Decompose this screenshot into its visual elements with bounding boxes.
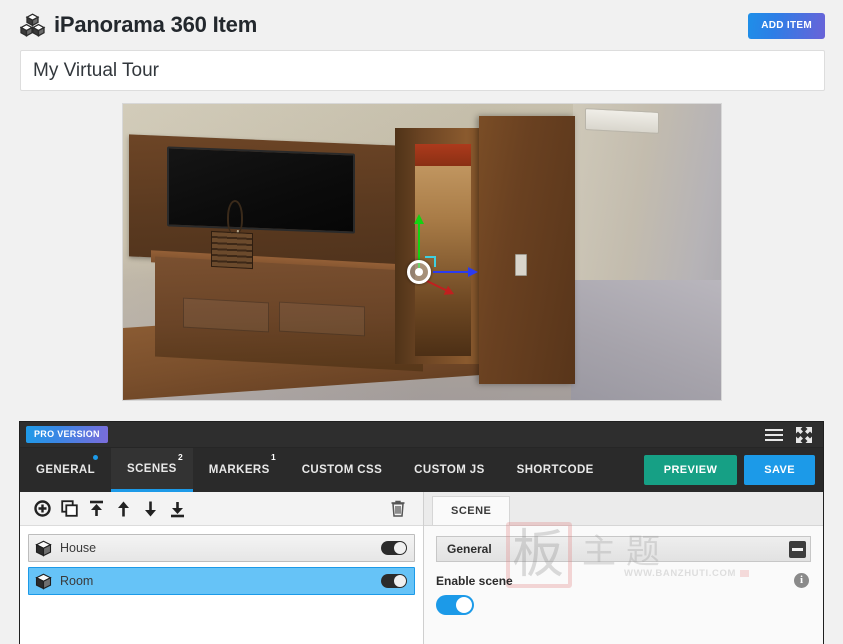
scenes-list: House Room — [20, 526, 423, 644]
cubes-icon — [19, 12, 46, 38]
cube-icon — [35, 540, 52, 557]
tab-scene[interactable]: SCENE — [432, 496, 511, 525]
panorama-container — [0, 103, 843, 401]
tab-custom-js-label: CUSTOM JS — [414, 464, 485, 476]
tour-title-input[interactable] — [20, 50, 825, 91]
tab-scenes-badge: 2 — [178, 452, 183, 462]
panorama-floor-right — [570, 280, 721, 400]
panorama-tv — [166, 146, 355, 234]
panorama-door-header — [414, 144, 471, 166]
tab-general-dot — [93, 455, 99, 460]
panorama-drawer — [278, 301, 365, 337]
settings-pane: SCENE 板 主题 WWW.BANZHUTI.COM General Enab… — [424, 492, 823, 644]
hamburger-icon[interactable] — [765, 426, 785, 444]
transform-gizmo[interactable] — [406, 214, 478, 292]
panorama-air-conditioner — [584, 108, 659, 134]
tab-custom-js[interactable]: CUSTOM JS — [398, 448, 500, 492]
tab-shortcode-label: SHORTCODE — [516, 464, 594, 476]
scene-row-house[interactable]: House — [28, 534, 415, 562]
move-down-icon[interactable] — [138, 497, 162, 521]
page-title: iPanorama 360 Item — [54, 12, 258, 37]
scene-enable-toggle[interactable] — [381, 541, 407, 555]
save-button[interactable]: SAVE — [744, 455, 815, 485]
editor-body: House Room SCENE 板 主题 WWW.BANZHUTI.COM G… — [20, 492, 823, 644]
move-to-bottom-icon[interactable] — [165, 497, 189, 521]
title-field-container — [20, 50, 825, 91]
fullscreen-icon[interactable] — [795, 426, 815, 444]
add-item-button[interactable]: ADD ITEM — [748, 13, 825, 39]
scenes-pane: House Room — [20, 492, 424, 644]
panorama-speaker — [210, 230, 253, 270]
tab-markers-badge: 1 — [270, 452, 276, 462]
scenes-toolbar — [20, 492, 423, 526]
enable-scene-toggle[interactable] — [436, 595, 474, 615]
preview-button[interactable]: PREVIEW — [643, 455, 738, 485]
add-scene-icon[interactable] — [30, 497, 54, 521]
panorama-door-opening — [414, 144, 471, 356]
tab-scenes[interactable]: 2 SCENES — [111, 448, 193, 492]
tab-general-label: GENERAL — [36, 464, 96, 476]
tab-shortcode[interactable]: SHORTCODE — [501, 448, 610, 492]
scene-label: Room — [60, 574, 94, 588]
settings-content: 板 主题 WWW.BANZHUTI.COM General Enable sce… — [424, 522, 823, 644]
scene-row-room[interactable]: Room — [28, 567, 415, 595]
general-section-title: General — [447, 542, 492, 556]
editor-topbar: PRO VERSION — [20, 422, 823, 448]
enable-scene-label: Enable scene — [436, 574, 513, 588]
gizmo-center-handle[interactable] — [406, 260, 431, 284]
enable-scene-field: Enable scene i — [436, 573, 811, 615]
panorama-light-switch — [514, 254, 527, 276]
tab-custom-css[interactable]: CUSTOM CSS — [286, 448, 398, 492]
general-section-header[interactable]: General — [436, 536, 811, 562]
editor-panel: PRO VERSION GENERAL 2 SCENES 1 MARKERS C… — [20, 422, 823, 644]
tab-custom-css-label: CUSTOM CSS — [301, 464, 383, 476]
settings-tab-strip: SCENE — [424, 492, 823, 526]
cube-icon — [35, 573, 52, 590]
tab-general[interactable]: GENERAL — [20, 448, 111, 492]
tab-scenes-label: SCENES — [127, 462, 177, 475]
gizmo-x-axis-arrow[interactable] — [432, 267, 478, 277]
page-header: iPanorama 360 Item ADD ITEM — [0, 0, 843, 44]
panorama-lamp — [226, 200, 243, 234]
scene-label: House — [60, 541, 97, 555]
move-to-top-icon[interactable] — [84, 497, 108, 521]
tab-markers[interactable]: 1 MARKERS — [193, 448, 286, 492]
tab-markers-label: MARKERS — [208, 464, 270, 476]
trash-icon[interactable] — [386, 497, 410, 521]
info-icon[interactable]: i — [794, 573, 809, 588]
panorama-viewer[interactable] — [121, 103, 722, 401]
scene-enable-toggle[interactable] — [381, 574, 407, 588]
panorama-open-door — [478, 116, 575, 384]
move-up-icon[interactable] — [111, 497, 135, 521]
editor-tab-strip: GENERAL 2 SCENES 1 MARKERS CUSTOM CSS CU… — [20, 448, 823, 492]
minus-icon[interactable] — [789, 540, 806, 558]
panorama-drawer — [182, 297, 269, 333]
pro-version-badge[interactable]: PRO VERSION — [26, 426, 108, 443]
duplicate-scene-icon[interactable] — [57, 497, 81, 521]
tabs-spacer — [610, 448, 637, 492]
